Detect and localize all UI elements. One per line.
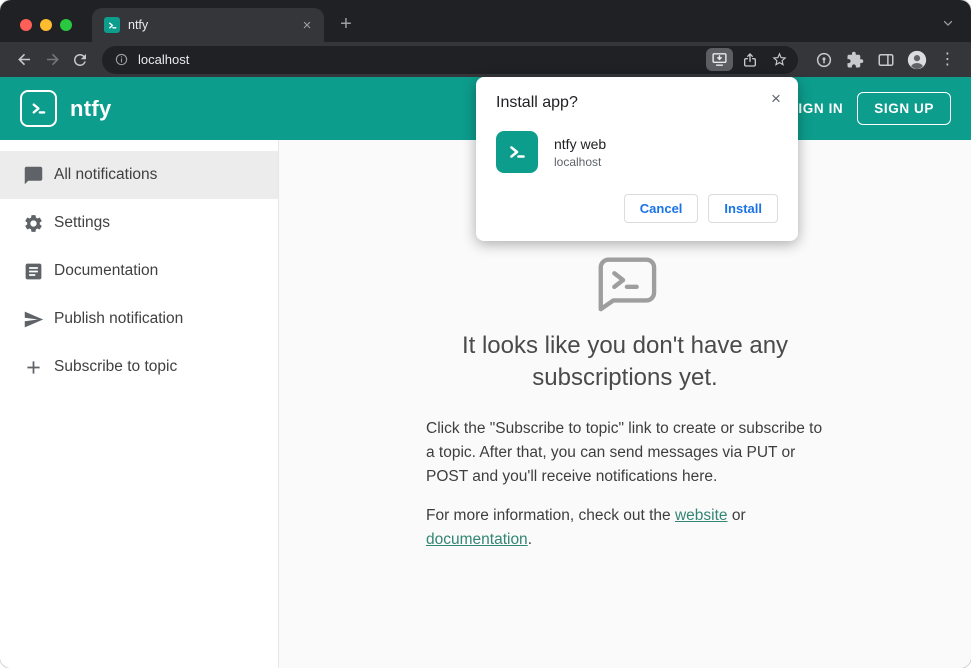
chat-bubble-icon <box>21 163 45 187</box>
share-icon[interactable] <box>736 48 763 71</box>
ntfy-logo-icon <box>20 90 57 127</box>
sidebar-item-settings[interactable]: Settings <box>0 199 278 247</box>
send-icon <box>21 307 45 331</box>
window-controls <box>0 19 92 42</box>
install-button[interactable]: Install <box>708 194 778 223</box>
empty-state-paragraph: Click the "Subscribe to topic" link to c… <box>426 420 823 486</box>
site-info-icon[interactable] <box>114 52 129 67</box>
profile-avatar[interactable] <box>903 46 930 73</box>
sidebar-item-label: Subscribe to topic <box>54 358 178 375</box>
url-text: localhost <box>138 52 190 67</box>
install-app-origin: localhost <box>554 154 602 169</box>
side-panel-icon[interactable] <box>872 46 899 73</box>
header-actions: SIGN IN SIGN UP <box>783 92 951 125</box>
empty-state-more-info: For more information, check out the webs… <box>426 504 824 552</box>
tab-strip: ntfy × + <box>0 0 971 42</box>
ntfy-terminal-icon <box>598 257 657 312</box>
close-tab-icon[interactable]: × <box>298 16 316 34</box>
install-dialog-title: Install app? <box>496 94 578 111</box>
sidebar-item-subscribe-to-topic[interactable]: Subscribe to topic <box>0 343 278 391</box>
sidebar-item-label: Documentation <box>54 262 159 279</box>
browser-menu-icon[interactable]: ⋮ <box>934 46 961 73</box>
password-manager-extension-icon[interactable] <box>810 46 837 73</box>
install-app-icon[interactable] <box>706 48 733 71</box>
cancel-button[interactable]: Cancel <box>623 194 699 223</box>
install-app-dialog: Install app? × ntfy web localhost Cancel… <box>476 77 798 241</box>
browser-window: ntfy × + localhost ⋮ ntfy SIGN IN SIGN U… <box>0 0 971 668</box>
empty-state-title: It looks like you don't have any subscri… <box>461 332 789 391</box>
sign-up-button[interactable]: SIGN UP <box>857 92 951 125</box>
plus-icon <box>21 355 45 379</box>
install-app-name: ntfy web <box>554 135 607 152</box>
app-title: ntfy <box>70 95 112 121</box>
close-window-button[interactable] <box>20 19 32 31</box>
new-tab-button[interactable]: + <box>332 10 360 38</box>
install-app-info: ntfy web localhost <box>496 131 778 173</box>
gear-icon <box>21 211 45 235</box>
install-dialog-actions: Cancel Install <box>496 194 778 223</box>
sidebar-item-all-notifications[interactable]: All notifications <box>0 151 278 199</box>
browser-tab-ntfy[interactable]: ntfy × <box>92 8 324 42</box>
maximize-window-button[interactable] <box>60 19 72 31</box>
minimize-window-button[interactable] <box>40 19 52 31</box>
ntfy-favicon-icon <box>104 17 120 33</box>
sidebar-item-publish-notification[interactable]: Publish notification <box>0 295 278 343</box>
sidebar-item-label: Settings <box>54 214 111 231</box>
sidebar-item-label: All notifications <box>54 166 158 183</box>
address-bar[interactable]: localhost <box>102 45 798 74</box>
back-icon[interactable] <box>10 46 38 74</box>
ntfy-app-icon <box>496 131 538 173</box>
close-icon[interactable]: × <box>765 88 787 110</box>
bookmark-star-icon[interactable] <box>766 48 793 71</box>
extensions-puzzle-icon[interactable] <box>841 46 868 73</box>
more-info-middle: or <box>727 507 746 525</box>
document-icon <box>21 259 45 283</box>
sidebar: All notifications Settings Documentation… <box>0 140 279 668</box>
reload-icon[interactable] <box>66 46 94 74</box>
tab-search-chevron-icon[interactable] <box>941 16 955 30</box>
website-link[interactable]: website <box>675 507 728 524</box>
sidebar-item-documentation[interactable]: Documentation <box>0 247 278 295</box>
forward-icon[interactable] <box>38 46 66 74</box>
tab-title: ntfy <box>128 18 149 32</box>
more-info-prefix: For more information, check out the <box>426 507 675 525</box>
sidebar-item-label: Publish notification <box>54 310 184 327</box>
browser-toolbar: localhost ⋮ <box>0 42 971 77</box>
more-info-suffix: . <box>527 531 532 549</box>
documentation-link[interactable]: documentation <box>426 531 528 548</box>
